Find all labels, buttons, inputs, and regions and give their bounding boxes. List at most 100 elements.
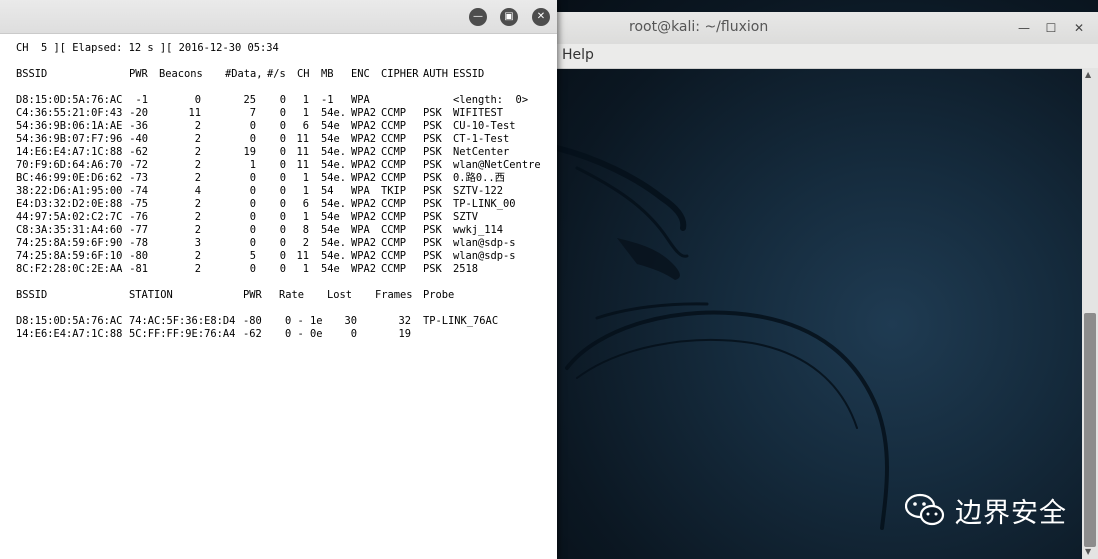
cell-bssid: C8:3A:35:31:A4:60 (16, 224, 123, 236)
cell-bssid: BC:46:99:0E:D6:62 (16, 172, 123, 184)
cell-enc: WPA2 (351, 172, 377, 184)
cell-per-s: 0 (279, 146, 286, 158)
wechat-icon (905, 493, 945, 526)
cell-mb: 54 (321, 185, 334, 197)
cell-enc: WPA2 (351, 107, 377, 119)
cell-cipher: CCMP (381, 198, 407, 210)
cell-per-s: 0 (279, 250, 286, 262)
cell-enc: WPA2 (351, 237, 377, 249)
cell-data: 1 (249, 159, 256, 171)
cell-data: 0 (249, 185, 256, 197)
cell-cipher: CCMP (381, 237, 407, 249)
minimize-icon[interactable]: — (469, 8, 487, 26)
station-row: D8:15:0D:5A:76:AC 74:AC:5F:36:E8:D4 -80 0 -… (16, 315, 551, 328)
cell-essid: wlan@NetCentre (453, 159, 541, 171)
cell-enc: WPA (351, 185, 370, 197)
cell-per-s: 0 (279, 94, 286, 106)
ap-table-header: BSSID PWR Beacons #Data, #/s CH MB ENC C… (16, 68, 551, 81)
maximize-icon[interactable]: ☐ (1043, 20, 1059, 36)
ap-row: 74:25:8A:59:6F:10 -80 2 5 0 11 54e. WPA2 CCMP PSK… (16, 250, 551, 263)
cell-ch: 2 (302, 237, 309, 249)
cell-auth: PSK (423, 224, 442, 236)
cell-pwr: -20 (129, 107, 148, 119)
cell-ch: 11 (296, 159, 309, 171)
cell-per-s: 0 (279, 224, 286, 236)
cell-bssid: 54:36:9B:07:F7:96 (16, 133, 123, 145)
cell-pwr: -72 (129, 159, 148, 171)
cell-pwr: -77 (129, 224, 148, 236)
cell-cipher: CCMP (381, 133, 407, 145)
ap-row: D8:15:0D:5A:76:AC -1 0 25 0 1 -1 WPA <length: 0> (16, 94, 551, 107)
cell-cipher: CCMP (381, 159, 407, 171)
cell-beacons: 2 (194, 172, 201, 184)
status-text: CH 5 ][ Elapsed: 12 s ][ 2016-12-30 05:3… (16, 42, 279, 54)
cell-essid: <length: 0> (453, 94, 529, 106)
scroll-up-icon[interactable]: ▲ (1085, 70, 1091, 79)
close-icon[interactable]: ✕ (1071, 20, 1087, 36)
maximize-icon[interactable]: ▣ (500, 8, 518, 26)
cell-beacons: 2 (194, 250, 201, 262)
cell-cipher: CCMP (381, 146, 407, 158)
header-lost: Lost (327, 289, 353, 301)
vertical-scrollbar[interactable]: ▲ ▼ (1082, 68, 1098, 559)
cell-enc: WPA2 (351, 263, 377, 275)
ap-row: 54:36:9B:06:1A:AE -36 2 0 0 6 54e WPA2 CCMP PSK CU… (16, 120, 551, 133)
ap-row: E4:D3:32:D2:0E:88 -75 2 0 0 6 54e. WPA2 CCMP PSK T… (16, 198, 551, 211)
cell-essid: WIFITEST (453, 107, 504, 119)
cell-per-s: 0 (279, 237, 286, 249)
ap-row: 74:25:8A:59:6F:90 -78 3 0 0 2 54e. WPA2 CCMP PSK w… (16, 237, 551, 250)
cell-ch: 11 (296, 250, 309, 262)
cell-pwr: -78 (129, 237, 148, 249)
cell-essid: wwkj_114 (453, 224, 504, 236)
cell-mb: 54e. (321, 237, 347, 249)
cell-auth: PSK (423, 263, 442, 275)
cell-data: 0 (249, 237, 256, 249)
cell-ch: 1 (302, 94, 309, 106)
window-title: root@kali: ~/fluxion (629, 19, 769, 35)
menu-help[interactable]: Help (562, 47, 594, 63)
cell-auth: PSK (423, 198, 442, 210)
watermark: 边界安全 (905, 490, 1067, 530)
minimize-icon[interactable]: — (1016, 20, 1032, 36)
cell-auth: PSK (423, 120, 442, 132)
cell-data: 0 (249, 172, 256, 184)
ap-row: BC:46:99:0E:D6:62 -73 2 0 0 1 54e. WPA2 CCMP PSK 0… (16, 172, 551, 185)
cell-pwr: -62 (243, 328, 262, 340)
cell-bssid: C4:36:55:21:0F:43 (16, 107, 123, 119)
cell-frames: 32 (398, 315, 411, 327)
cell-mb: 54e (321, 263, 340, 275)
cell-enc: WPA2 (351, 250, 377, 262)
cell-lost: 0 (350, 328, 357, 340)
terminal-output[interactable]: CH 5 ][ Elapsed: 12 s ][ 2016-12-30 05:3… (16, 42, 551, 341)
cell-bssid: 44:97:5A:02:C2:7C (16, 211, 123, 223)
cell-auth: PSK (423, 185, 442, 197)
cell-per-s: 0 (279, 172, 286, 184)
cell-beacons: 2 (194, 198, 201, 210)
cell-essid: wlan@sdp-s (453, 250, 516, 262)
airodump-terminal-window[interactable]: — ▣ ✕ CH 5 ][ Elapsed: 12 s ][ 2016-12-3… (0, 0, 557, 559)
terminal-titlebar[interactable]: — ▣ ✕ (0, 0, 557, 34)
cell-essid: TP-LINK_00 (453, 198, 516, 210)
background-window-titlebar[interactable]: root@kali: ~/fluxion — ☐ ✕ (557, 12, 1098, 45)
cell-mb: -1 (321, 94, 334, 106)
menu-bar: Help (557, 44, 1098, 69)
cell-bssid: D8:15:0D:5A:76:AC (16, 94, 123, 106)
cell-beacons: 2 (194, 159, 201, 171)
background-terminal-window[interactable]: root@kali: ~/fluxion — ☐ ✕ Help ▲ ▼ 边界安全 (557, 0, 1098, 559)
cell-cipher: CCMP (381, 263, 407, 275)
cell-ch: 1 (302, 263, 309, 275)
scrollbar-thumb[interactable] (1084, 313, 1096, 547)
cell-ch: 8 (302, 224, 309, 236)
cell-enc: WPA2 (351, 159, 377, 171)
header-essid: ESSID (453, 68, 485, 80)
cell-mb: 54e. (321, 146, 347, 158)
cell-bssid: D8:15:0D:5A:76:AC (16, 315, 123, 327)
close-icon[interactable]: ✕ (532, 8, 550, 26)
cell-bssid: 54:36:9B:06:1A:AE (16, 120, 123, 132)
cell-auth: PSK (423, 211, 442, 223)
scroll-down-icon[interactable]: ▼ (1085, 547, 1091, 556)
cell-pwr: -1 (135, 94, 148, 106)
header-auth: AUTH (423, 68, 449, 80)
cell-beacons: 2 (194, 133, 201, 145)
header-beacons: Beacons (159, 68, 203, 80)
